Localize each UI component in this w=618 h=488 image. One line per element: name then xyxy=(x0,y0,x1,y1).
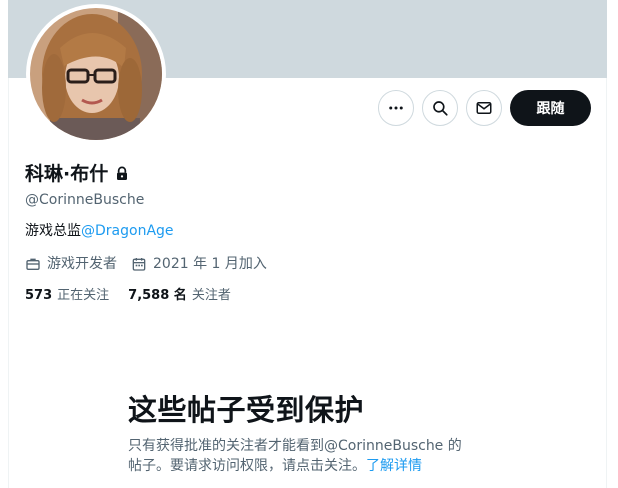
protected-posts-description: 只有获得批准的关注者才能看到@CorinneBusche 的 帖子。要请求访问权… xyxy=(128,436,488,476)
avatar-photo xyxy=(30,8,162,140)
following-link[interactable]: 573 正在关注 xyxy=(25,287,109,305)
joined-text: 2021 年 1 月加入 xyxy=(153,256,267,272)
profile-meta: 游戏开发者 2021 年 1 月加入 xyxy=(25,255,281,273)
followers-count: 7,588 名 xyxy=(128,288,187,303)
calendar-icon xyxy=(132,258,146,271)
follow-button[interactable]: 跟随 xyxy=(510,90,591,126)
more-icon xyxy=(389,106,403,110)
user-handle: @CorinneBusche xyxy=(25,192,145,208)
search-button[interactable] xyxy=(422,90,458,126)
display-name: 科琳·布什 xyxy=(25,163,109,185)
bio-mention-link[interactable]: @DragonAge xyxy=(81,223,174,239)
briefcase-icon xyxy=(26,258,40,270)
occupation-item: 游戏开发者 xyxy=(25,255,117,273)
following-label: 正在关注 xyxy=(57,288,110,303)
followers-link[interactable]: 7,588 名 关注者 xyxy=(128,287,231,305)
protected-desc-line1: 只有获得批准的关注者才能看到@CorinneBusche 的 xyxy=(128,438,462,454)
occupation-text: 游戏开发者 xyxy=(47,256,117,272)
protected-desc-line2: 帖子。要请求访问权限，请点击关注。了解详情 xyxy=(128,456,488,476)
lock-icon xyxy=(117,166,128,180)
profile-bio: 游戏总监@DragonAge xyxy=(25,222,174,240)
avatar[interactable] xyxy=(26,4,166,144)
avatar-image xyxy=(30,8,162,140)
protected-posts-title: 这些帖子受到保护 xyxy=(128,393,365,427)
message-button[interactable] xyxy=(466,90,502,126)
more-button[interactable] xyxy=(378,90,414,126)
joined-item: 2021 年 1 月加入 xyxy=(131,255,267,273)
mail-icon xyxy=(476,102,492,114)
bio-text: 游戏总监 xyxy=(25,223,81,239)
search-icon xyxy=(433,101,448,116)
follow-stats: 573 正在关注 7,588 名 关注者 xyxy=(25,287,250,305)
learn-more-link[interactable]: 了解详情 xyxy=(366,458,422,474)
followers-label: 关注者 xyxy=(191,288,231,303)
following-count: 573 xyxy=(25,288,53,303)
protected-desc-text: 帖子。要请求访问权限，请点击关注。 xyxy=(128,458,366,474)
profile-name-row: 科琳·布什 xyxy=(25,162,130,186)
